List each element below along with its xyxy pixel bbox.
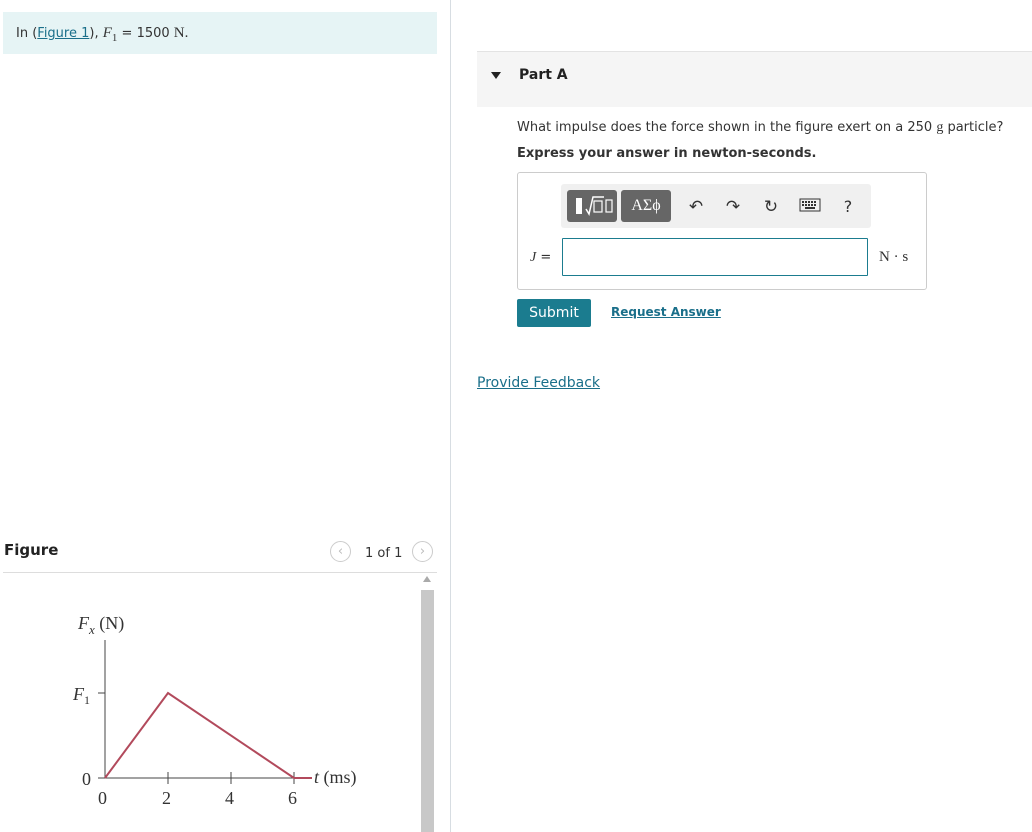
chevron-right-icon: › — [419, 544, 426, 559]
figure-title: Figure — [4, 541, 59, 559]
problem-intro: In (Figure 1), F1 = 1500 N. — [3, 12, 437, 54]
figure-scrollbar[interactable] — [421, 576, 434, 832]
provide-feedback-link[interactable]: Provide Feedback — [477, 375, 600, 391]
part-a-header[interactable]: Part A — [477, 51, 1032, 107]
undo-icon[interactable]: ↶ — [685, 196, 707, 218]
caret-down-icon[interactable] — [491, 72, 501, 79]
intro-prefix: In ( — [16, 26, 38, 41]
force-series-line — [104, 691, 312, 779]
answer-instruction: Express your answer in newton-seconds. — [517, 146, 817, 161]
scrollbar-thumb[interactable] — [421, 590, 434, 832]
figure-link[interactable]: Figure 1 — [37, 26, 89, 41]
templates-button[interactable] — [567, 190, 617, 222]
x-tick-label-2: 2 — [162, 788, 171, 808]
y-tick-label-f1: F1 — [72, 684, 90, 707]
figure-pager: 1 of 1 — [365, 546, 403, 561]
figure-prev-button[interactable]: ‹ — [330, 541, 351, 562]
fraction-sqrt-template-icon — [576, 196, 613, 216]
submit-button[interactable]: Submit — [517, 299, 591, 327]
math-toolbar: ΑΣϕ ↶ ↷ ↻ ? — [561, 184, 871, 228]
answer-variable-label: J = — [530, 250, 552, 265]
symbols-button[interactable]: ΑΣϕ — [621, 190, 671, 222]
intro-equals: = 1500 — [117, 26, 174, 41]
answer-unit: N · s — [879, 249, 909, 265]
redo-icon[interactable]: ↷ — [722, 196, 744, 218]
intro-variable: F1 — [102, 25, 118, 44]
chart-xlabel: t (ms) — [314, 767, 357, 788]
figure-divider — [3, 572, 437, 573]
keyboard-icon[interactable] — [799, 196, 821, 218]
figure-next-button[interactable]: › — [412, 541, 433, 562]
chevron-left-icon: ‹ — [337, 544, 344, 559]
force-time-chart: Fx (N) F1 0 0 2 4 6 t (ms) — [72, 613, 357, 808]
x-tick-label-4: 4 — [225, 788, 234, 808]
x-tick-label-6: 6 — [288, 788, 297, 808]
y-tick-label-0: 0 — [82, 769, 91, 789]
help-button[interactable]: ? — [837, 196, 859, 218]
answer-input[interactable] — [562, 238, 868, 276]
question-text: What impulse does the force shown in the… — [517, 120, 1004, 135]
chart-ylabel: Fx (N) — [77, 613, 124, 637]
part-title: Part A — [519, 67, 568, 83]
x-tick-label-0: 0 — [98, 788, 107, 808]
request-answer-link[interactable]: Request Answer — [611, 305, 721, 319]
intro-suffix: ), — [89, 26, 103, 41]
scroll-up-icon[interactable] — [423, 576, 431, 582]
reset-icon[interactable]: ↻ — [760, 196, 782, 218]
column-divider — [450, 0, 451, 832]
intro-unit: N. — [173, 25, 189, 41]
